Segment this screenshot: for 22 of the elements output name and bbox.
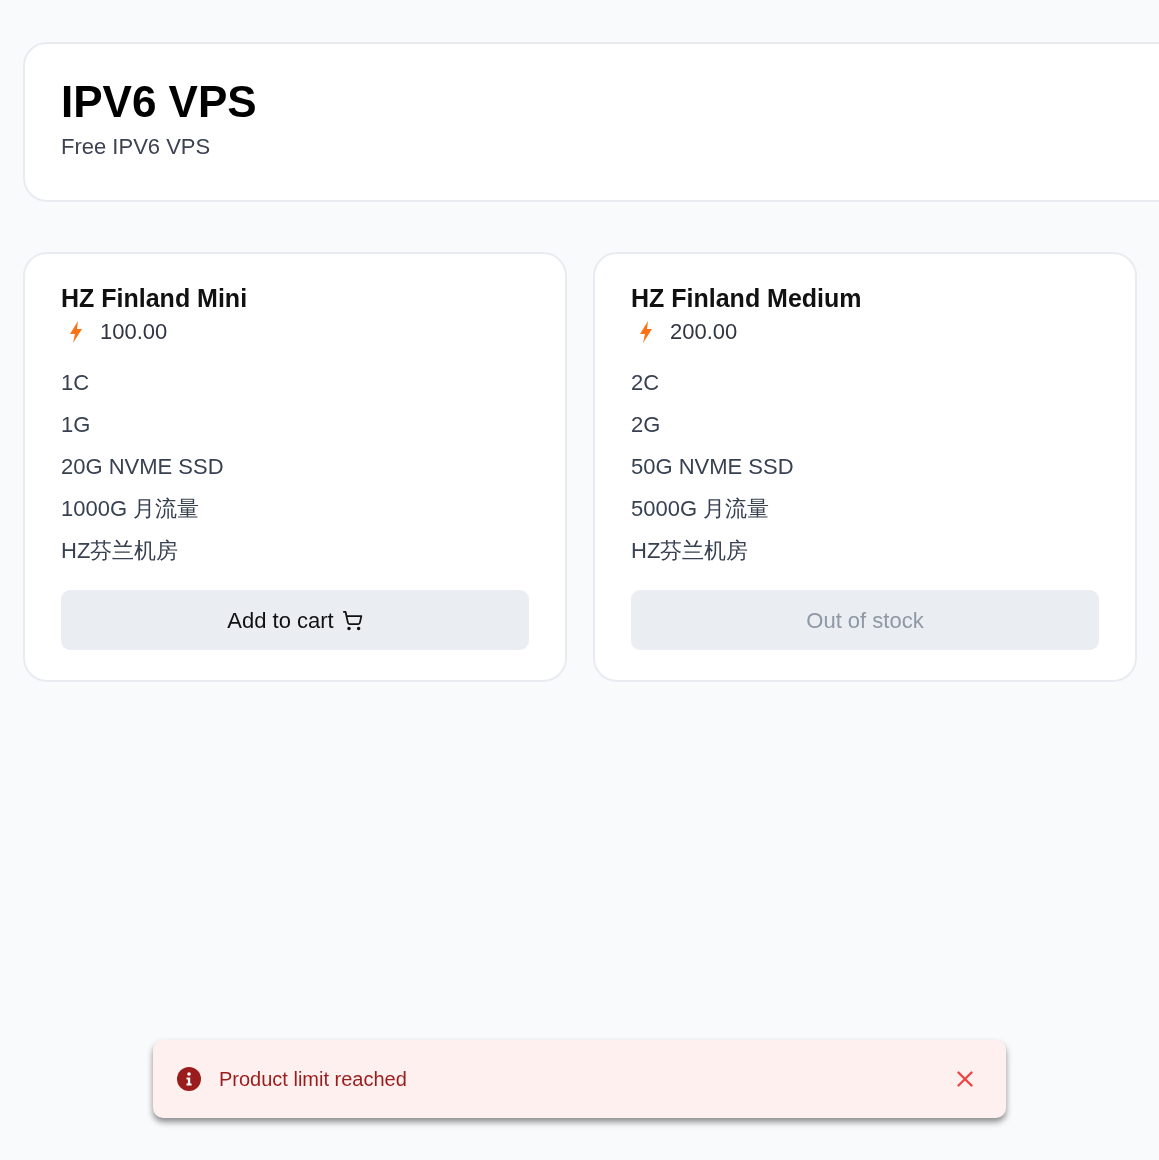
product-spec: 20G NVME SSD xyxy=(61,453,224,481)
product-name: HZ Finland Medium xyxy=(631,283,862,314)
product-spec: 2G xyxy=(631,411,661,439)
lightning-bolt-icon xyxy=(640,321,652,343)
cart-icon xyxy=(341,609,363,631)
page-subtitle: Free IPV6 VPS xyxy=(61,133,211,161)
product-price: 200.00 xyxy=(670,318,738,346)
product-spec: 1000G 月流量 xyxy=(61,495,200,523)
product-spec: 1C xyxy=(61,369,90,397)
page-title: IPV6 VPS xyxy=(61,76,257,128)
product-spec: 2C xyxy=(631,369,660,397)
product-spec: HZ芬兰机房 xyxy=(61,537,179,565)
info-icon xyxy=(177,1067,201,1091)
product-price: 100.00 xyxy=(100,318,168,346)
product-spec: 1G xyxy=(61,411,91,439)
toast-message: Product limit reached xyxy=(219,1067,407,1092)
add-to-cart-button[interactable]: Add to cart xyxy=(61,590,529,650)
product-spec: 50G NVME SSD xyxy=(631,453,794,481)
product-spec: HZ芬兰机房 xyxy=(631,537,749,565)
lightning-bolt-icon xyxy=(70,321,82,343)
product-name: HZ Finland Mini xyxy=(61,283,248,314)
product-spec: 5000G 月流量 xyxy=(631,495,770,523)
